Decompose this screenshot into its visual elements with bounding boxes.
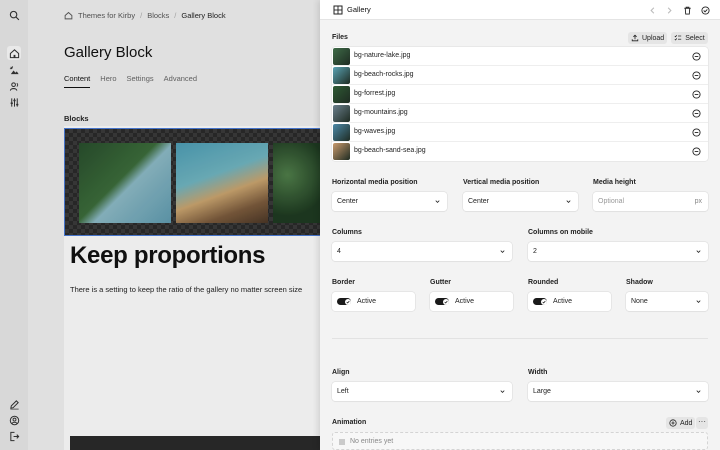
file-row[interactable]: bg-beach-sand-sea.jpg xyxy=(332,142,708,161)
select-button[interactable]: Select xyxy=(671,32,708,44)
toggle-switch[interactable] xyxy=(533,298,547,305)
remove-circle-icon[interactable] xyxy=(692,71,701,80)
shadow-select[interactable]: None xyxy=(626,292,708,311)
shadow-label: Shadow xyxy=(626,279,653,286)
vertical-position-value: Center xyxy=(468,198,490,205)
toggle-switch[interactable] xyxy=(435,298,449,305)
file-row[interactable]: bg-mountains.jpg xyxy=(332,104,708,123)
files-label: Files xyxy=(332,34,348,41)
file-thumbnail xyxy=(333,67,350,84)
animation-add-button[interactable]: Add xyxy=(666,417,696,429)
animation-empty-text: No entries yet xyxy=(350,438,394,445)
file-name: bg-beach-sand-sea.jpg xyxy=(354,147,426,154)
toggle-switch[interactable] xyxy=(337,298,351,305)
chevron-down-icon xyxy=(500,390,505,393)
remove-circle-icon[interactable] xyxy=(692,128,701,137)
rounded-toggle-label: Active xyxy=(553,298,573,305)
width-select[interactable]: Large xyxy=(528,382,708,401)
file-name: bg-mountains.jpg xyxy=(354,109,408,116)
animation-add-label: Add xyxy=(680,419,693,427)
chevron-down-icon xyxy=(566,200,571,203)
file-name: bg-waves.jpg xyxy=(354,128,396,135)
media-height-input[interactable]: Optional px xyxy=(593,192,708,211)
trash-icon[interactable] xyxy=(681,4,693,16)
upload-icon xyxy=(631,34,639,42)
columns-mobile-value: 2 xyxy=(533,248,537,255)
file-row[interactable]: bg-forrest.jpg xyxy=(332,85,708,104)
animation-label: Animation xyxy=(332,419,367,426)
gutter-toggle[interactable]: Active xyxy=(430,292,513,311)
rounded-toggle[interactable]: Active xyxy=(528,292,611,311)
animation-empty-state[interactable]: No entries yet xyxy=(332,432,708,450)
columns-mobile-label: Columns on mobile xyxy=(528,229,593,236)
vertical-position-select[interactable]: Center xyxy=(463,192,578,211)
shadow-value: None xyxy=(631,298,648,305)
drawer-title: Gallery xyxy=(347,5,371,14)
width-value: Large xyxy=(533,388,551,395)
chevron-down-icon xyxy=(696,300,701,303)
align-value: Left xyxy=(337,388,349,395)
media-height-unit: px xyxy=(694,198,702,205)
chevron-down-icon xyxy=(500,250,505,253)
file-name: bg-beach-rocks.jpg xyxy=(354,71,414,78)
border-label: Border xyxy=(332,279,355,286)
animation-more-button[interactable]: ··· xyxy=(696,417,708,429)
chevron-right-icon[interactable] xyxy=(663,4,675,16)
horizontal-position-select[interactable]: Center xyxy=(332,192,447,211)
columns-select[interactable]: 4 xyxy=(332,242,512,261)
columns-label: Columns xyxy=(332,229,362,236)
checklist-icon xyxy=(674,34,682,41)
gallery-icon xyxy=(333,5,343,15)
check-icon xyxy=(345,300,350,303)
media-height-label: Media height xyxy=(593,179,636,186)
files-actions: Upload Select xyxy=(628,32,708,44)
section-divider xyxy=(332,338,708,339)
align-label: Align xyxy=(332,369,350,376)
file-thumbnail xyxy=(333,86,350,103)
upload-button[interactable]: Upload xyxy=(628,32,668,44)
file-thumbnail xyxy=(333,105,350,122)
drawer-header: Gallery xyxy=(320,0,720,20)
vertical-position-label: Vertical media position xyxy=(463,179,540,186)
list-icon xyxy=(339,439,345,445)
gutter-label: Gutter xyxy=(430,279,451,286)
upload-button-label: Upload xyxy=(642,34,665,42)
chevron-down-icon xyxy=(696,250,701,253)
file-thumbnail xyxy=(333,48,350,65)
border-toggle[interactable]: Active xyxy=(332,292,415,311)
chevron-down-icon xyxy=(696,390,701,393)
check-icon xyxy=(443,300,448,303)
file-row[interactable]: bg-beach-rocks.jpg xyxy=(332,66,708,85)
file-row[interactable]: bg-waves.jpg xyxy=(332,123,708,142)
drawer-backdrop[interactable] xyxy=(0,0,320,450)
columns-value: 4 xyxy=(337,248,341,255)
files-list: bg-nature-lake.jpg bg-beach-rocks.jpg bg-f… xyxy=(332,47,708,161)
check-circle-icon[interactable] xyxy=(699,4,711,16)
border-toggle-label: Active xyxy=(357,298,377,305)
chevron-down-icon xyxy=(435,200,440,203)
remove-circle-icon[interactable] xyxy=(692,52,701,61)
file-thumbnail xyxy=(333,143,350,160)
check-icon xyxy=(541,300,546,303)
width-label: Width xyxy=(528,369,548,376)
file-row[interactable]: bg-nature-lake.jpg xyxy=(332,47,708,66)
remove-circle-icon[interactable] xyxy=(692,109,701,118)
add-circle-icon xyxy=(669,419,677,427)
chevron-left-icon[interactable] xyxy=(646,4,658,16)
media-height-placeholder: Optional xyxy=(598,198,625,205)
file-name: bg-nature-lake.jpg xyxy=(354,52,411,59)
horizontal-position-label: Horizontal media position xyxy=(332,179,418,186)
rounded-label: Rounded xyxy=(528,279,559,286)
remove-circle-icon[interactable] xyxy=(692,147,701,156)
horizontal-position-value: Center xyxy=(337,198,359,205)
select-button-label: Select xyxy=(685,34,705,42)
remove-circle-icon[interactable] xyxy=(692,90,701,99)
gutter-toggle-label: Active xyxy=(455,298,475,305)
columns-mobile-select[interactable]: 2 xyxy=(528,242,708,261)
file-thumbnail xyxy=(333,124,350,141)
align-select[interactable]: Left xyxy=(332,382,512,401)
file-name: bg-forrest.jpg xyxy=(354,90,396,97)
